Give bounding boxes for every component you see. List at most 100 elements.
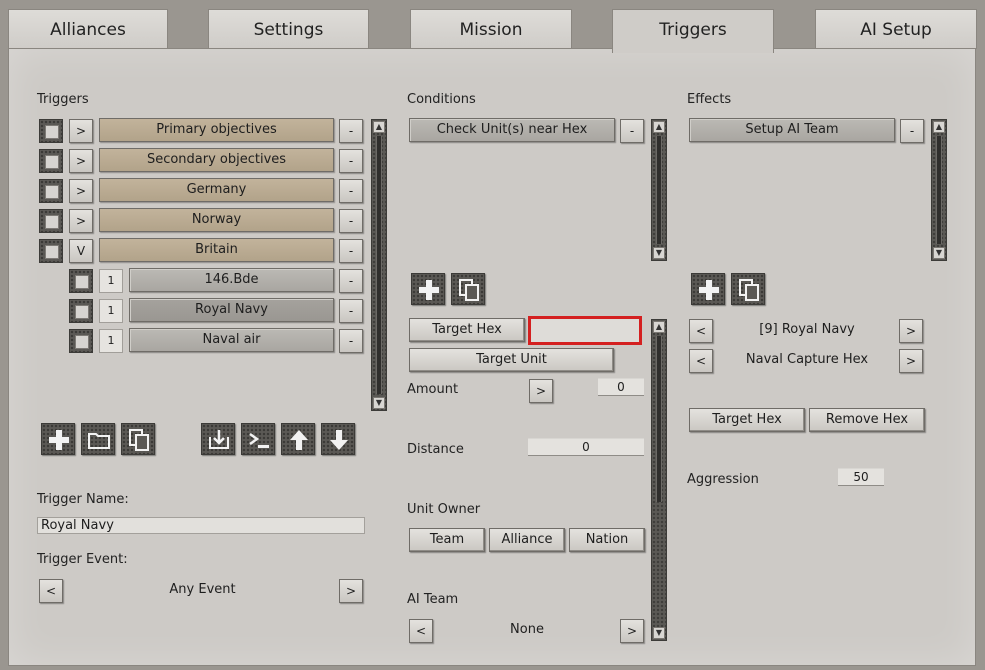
remove-condition-button[interactable]: - — [620, 119, 644, 143]
capture-hex-selection: Naval Capture Hex — [745, 352, 869, 367]
copy-icon[interactable] — [121, 423, 155, 455]
ai-team-value: None — [510, 622, 544, 637]
ai-team-prev-button[interactable]: < — [409, 619, 433, 643]
trigger-group-norway[interactable]: Norway — [99, 208, 334, 232]
remove-button[interactable]: - — [339, 299, 363, 323]
amount-value[interactable]: 0 — [598, 378, 644, 396]
expand-button[interactable]: > — [69, 179, 93, 203]
trigger-checkbox[interactable] — [39, 209, 63, 233]
expand-button[interactable]: > — [69, 209, 93, 233]
scroll-up-icon[interactable]: ▲ — [373, 121, 385, 133]
remove-button[interactable]: - — [339, 119, 363, 143]
trigger-name-field[interactable]: Royal Navy — [37, 517, 365, 534]
tab-ai-setup[interactable]: AI Setup — [815, 9, 977, 49]
remove-button[interactable]: - — [339, 269, 363, 293]
remove-button[interactable]: - — [339, 179, 363, 203]
owner-team-button[interactable]: Team — [409, 528, 485, 552]
copy-icon[interactable] — [451, 273, 485, 305]
remove-button[interactable]: - — [339, 239, 363, 263]
plus-icon[interactable] — [691, 273, 725, 305]
condition-item[interactable]: Check Unit(s) near Hex — [409, 118, 615, 142]
effects-scrollbar[interactable]: ▲ ▼ — [931, 119, 947, 261]
tab-mission[interactable]: Mission — [410, 9, 572, 49]
folder-icon[interactable] — [81, 423, 115, 455]
plus-icon[interactable] — [41, 423, 75, 455]
amount-label: Amount — [407, 382, 459, 397]
effect-item[interactable]: Setup AI Team — [689, 118, 895, 142]
scroll-up-icon[interactable]: ▲ — [653, 321, 665, 333]
expand-button[interactable]: > — [69, 149, 93, 173]
remove-button[interactable]: - — [339, 149, 363, 173]
trigger-group-britain[interactable]: Britain — [99, 238, 334, 262]
trigger-checkbox[interactable] — [39, 119, 63, 143]
unit-owner-label: Unit Owner — [407, 502, 481, 517]
effect-target-hex-button[interactable]: Target Hex — [689, 408, 805, 432]
arrow-down-icon[interactable] — [321, 423, 355, 455]
trigger-checkbox[interactable] — [39, 179, 63, 203]
trigger-item[interactable]: 146.Bde — [129, 268, 334, 292]
trigger-checkbox[interactable] — [69, 299, 93, 323]
trigger-group-germany[interactable]: Germany — [99, 178, 334, 202]
scroll-thumb[interactable] — [376, 136, 382, 394]
trigger-checkbox[interactable] — [39, 149, 63, 173]
trigger-checkbox[interactable] — [39, 239, 63, 263]
console-icon[interactable] — [241, 423, 275, 455]
effects-heading: Effects — [687, 92, 732, 107]
scroll-down-icon[interactable]: ▼ — [373, 397, 385, 409]
tab-settings[interactable]: Settings — [208, 9, 369, 49]
distance-value[interactable]: 0 — [528, 438, 644, 456]
ai-team-selection: [9] Royal Navy — [759, 322, 855, 337]
target-unit-button[interactable]: Target Unit — [409, 348, 614, 372]
trigger-event-value: Any Event — [169, 582, 236, 597]
tab-alliances[interactable]: Alliances — [8, 9, 168, 49]
remove-button[interactable]: - — [339, 209, 363, 233]
remove-hex-button[interactable]: Remove Hex — [809, 408, 925, 432]
condition-details-scrollbar[interactable]: ▲ ▼ — [651, 319, 667, 641]
trigger-group-secondary[interactable]: Secondary objectives — [99, 148, 334, 172]
owner-nation-button[interactable]: Nation — [569, 528, 645, 552]
remove-button[interactable]: - — [339, 329, 363, 353]
triggers-scrollbar[interactable]: ▲ ▼ — [371, 119, 387, 411]
scroll-up-icon[interactable]: ▲ — [933, 121, 945, 133]
trigger-name-label: Trigger Name: — [37, 492, 129, 507]
scroll-thumb[interactable] — [656, 336, 662, 502]
tab-triggers[interactable]: Triggers — [612, 9, 774, 53]
copy-icon[interactable] — [731, 273, 765, 305]
scroll-down-icon[interactable]: ▼ — [653, 247, 665, 259]
triggers-heading: Triggers — [37, 92, 89, 107]
trigger-item-selected[interactable]: Royal Navy — [129, 298, 334, 322]
arrow-up-icon[interactable] — [281, 423, 315, 455]
plus-icon[interactable] — [411, 273, 445, 305]
trigger-item[interactable]: Naval air — [129, 328, 334, 352]
scroll-down-icon[interactable]: ▼ — [653, 627, 665, 639]
remove-effect-button[interactable]: - — [900, 119, 924, 143]
ai-team-next-button[interactable]: > — [899, 319, 923, 343]
trigger-group-primary[interactable]: Primary objectives — [99, 118, 334, 142]
target-hex-button[interactable]: Target Hex — [409, 318, 525, 342]
ai-team-label: AI Team — [407, 592, 459, 607]
conditions-heading: Conditions — [407, 92, 476, 107]
aggression-label: Aggression — [687, 472, 759, 487]
ai-team-prev-button[interactable]: < — [689, 319, 713, 343]
scroll-thumb[interactable] — [656, 136, 662, 244]
scroll-up-icon[interactable]: ▲ — [653, 121, 665, 133]
capture-hex-prev-button[interactable]: < — [689, 349, 713, 373]
trigger-event-next-button[interactable]: > — [339, 579, 363, 603]
aggression-value[interactable]: 50 — [838, 468, 884, 486]
expand-button[interactable]: > — [69, 119, 93, 143]
conditions-scrollbar[interactable]: ▲ ▼ — [651, 119, 667, 261]
scroll-thumb[interactable] — [936, 136, 942, 244]
trigger-event-prev-button[interactable]: < — [39, 579, 63, 603]
scroll-down-icon[interactable]: ▼ — [933, 247, 945, 259]
import-icon[interactable] — [201, 423, 235, 455]
ai-team-next-button[interactable]: > — [620, 619, 644, 643]
trigger-count: 1 — [99, 329, 123, 353]
collapse-button[interactable]: V — [69, 239, 93, 263]
capture-hex-next-button[interactable]: > — [899, 349, 923, 373]
trigger-checkbox[interactable] — [69, 269, 93, 293]
amount-stepper-button[interactable]: > — [529, 379, 553, 403]
trigger-count: 1 — [99, 299, 123, 323]
target-hex-value-field[interactable] — [528, 316, 642, 345]
owner-alliance-button[interactable]: Alliance — [489, 528, 565, 552]
trigger-checkbox[interactable] — [69, 329, 93, 353]
